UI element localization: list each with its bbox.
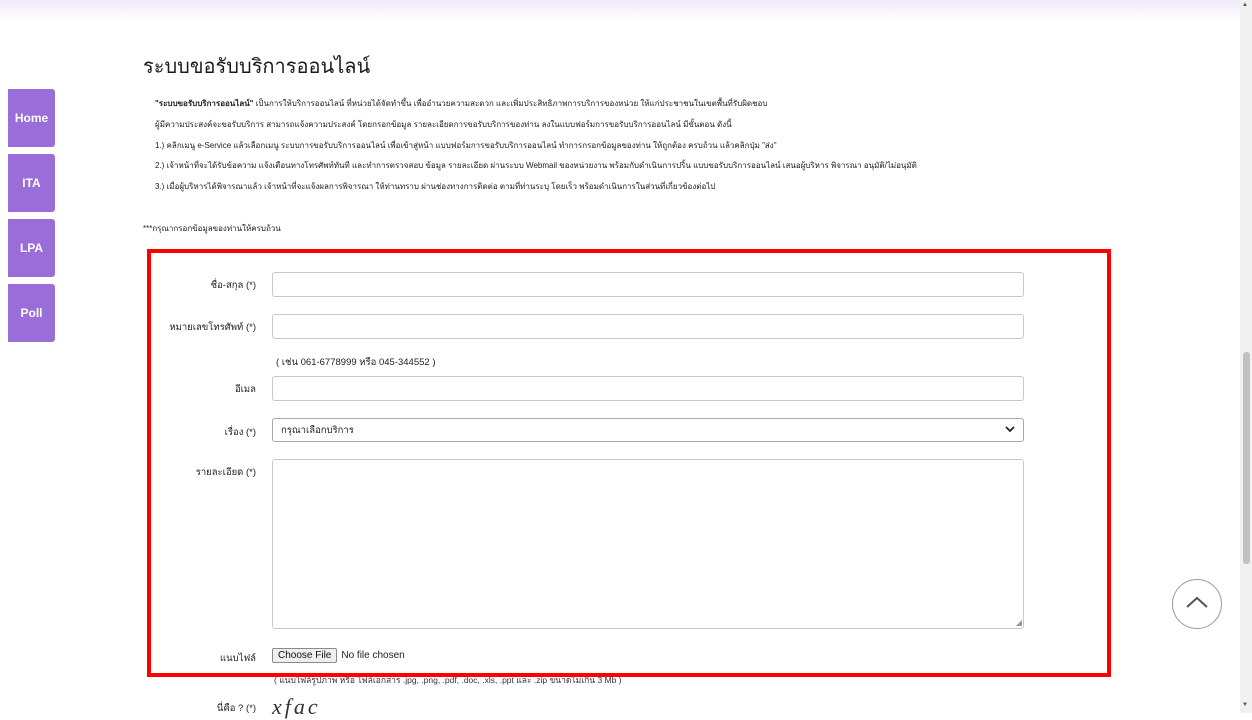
intro-bold-title: "ระบบขอรับบริการออนไลน์"	[155, 99, 254, 108]
intro-line-2: ผู้มีความประสงค์จะขอรับบริการ สามารถแจ้ง…	[155, 119, 732, 129]
name-label: ชื่อ-สกุล (*)	[210, 280, 256, 291]
intro-text: "ระบบขอรับบริการออนไลน์" เป็นการให้บริกา…	[155, 94, 1235, 198]
choose-file-button[interactable]: Choose File	[272, 648, 338, 663]
sidebar-item-lpa[interactable]: LPA	[8, 219, 55, 277]
scroll-up-arrow-icon[interactable]: ▲	[1242, 2, 1248, 8]
scrollbar-thumb[interactable]	[1243, 352, 1250, 564]
sidebar-item-ita[interactable]: ITA	[8, 154, 55, 212]
name-field[interactable]	[272, 272, 1024, 297]
chevron-down-icon	[1005, 425, 1015, 436]
scroll-to-top-button[interactable]	[1172, 579, 1222, 629]
intro-step-3: 3.) เมื่อผู้บริหารได้พิจารณาแล้ว เจ้าหน้…	[155, 182, 716, 192]
top-gradient-bar	[0, 0, 1252, 20]
phone-label: หมายเลขโทรศัพท์ (*)	[169, 322, 256, 333]
captcha-label: นี่คือ ? (*)	[216, 703, 256, 714]
form-note: ***กรุณากรอกข้อมูลของท่านให้ครบถ้วน	[143, 224, 281, 233]
intro-line-1-text: เป็นการให้บริการออนไลน์ ที่หน่วยได้จัดทำ…	[253, 99, 768, 108]
intro-step-2: 2.) เจ้าหน้าที่จะได้รับข้อความ แจ้งเตือน…	[155, 161, 917, 171]
email-field[interactable]	[272, 376, 1024, 401]
subject-label: เรื่อง (*)	[224, 427, 256, 438]
file-status: No file chosen	[341, 650, 405, 661]
file-input[interactable]: Choose File No file chosen	[272, 648, 405, 663]
chevron-up-icon	[1185, 595, 1209, 614]
detail-textarea[interactable]: ◢	[272, 459, 1024, 629]
captcha-image: xfac	[272, 694, 321, 719]
intro-line-1: "ระบบขอรับบริการออนไลน์" เป็นการให้บริกา…	[155, 94, 1235, 115]
scroll-down-arrow-icon[interactable]: ▼	[1242, 702, 1248, 708]
intro-step-1: 1.) คลิกเมนู e-Service แล้วเลือกเมนู ระบ…	[155, 140, 777, 150]
resize-grip-icon[interactable]: ◢	[1016, 618, 1022, 627]
subject-selected-value: กรุณาเลือกบริการ	[281, 424, 354, 436]
subject-select[interactable]: กรุณาเลือกบริการ	[272, 418, 1024, 442]
file-label: แนบไฟล์	[220, 653, 256, 664]
sidebar-item-home[interactable]: Home	[8, 89, 55, 147]
phone-hint: ( เช่น 061-6778999 หรือ 045-344552 )	[276, 357, 436, 368]
sidebar-item-poll[interactable]: Poll	[8, 284, 55, 342]
page-title: ระบบขอรับบริการออนไลน์	[143, 56, 371, 78]
file-hint: ( แนบไฟล์รูปภาพ หรือ ไฟล์เอกสาร .jpg, .p…	[274, 675, 622, 685]
email-label: อีเมล	[234, 384, 256, 395]
phone-field[interactable]	[272, 314, 1024, 339]
detail-label: รายละเอียด (*)	[195, 467, 256, 478]
